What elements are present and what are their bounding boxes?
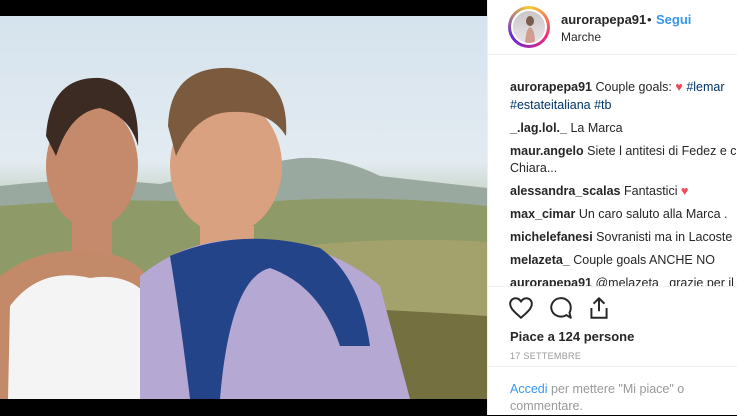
login-link[interactable]: Accedi <box>510 382 548 396</box>
comment: maur.angelo Siete l antitesi di Fedez e … <box>510 144 737 158</box>
comment: melazeta_ Couple goals ANCHE NO <box>510 253 715 267</box>
comment: max_cimar Un caro saluto alla Marca . <box>510 207 728 221</box>
hashtag[interactable]: #estateitaliana #tb <box>510 98 611 112</box>
comment-username[interactable]: melazeta_ <box>510 253 570 267</box>
comment-text: Couple goals ANCHE NO <box>573 253 715 267</box>
comment: aurorapepa91 @melazeta_ grazie per il <box>510 276 734 286</box>
follow-button[interactable]: Segui <box>656 12 691 27</box>
comment: _.lag.lol._ La Marca <box>510 121 623 135</box>
avatar[interactable] <box>508 6 550 48</box>
comment-username[interactable]: alessandra_scalas <box>510 184 621 198</box>
post-photo <box>0 16 487 399</box>
comment-username[interactable]: michelefanesi <box>510 230 593 244</box>
post-actions: Piace a 124 persone 17 SETTEMBRE <box>488 286 737 367</box>
post-date: 17 SETTEMBRE <box>510 351 582 361</box>
comment: michelefanesi Sovranisti ma in Lacoste <box>510 230 732 244</box>
comment-username[interactable]: aurorapepa91 <box>510 276 592 286</box>
comment-username[interactable]: aurorapepa91 <box>510 80 592 94</box>
caption: aurorapepa91 Couple goals: ♥ #lemar <box>510 80 725 94</box>
comment-text: Fantastici <box>624 184 678 198</box>
separator-dot: • <box>647 12 652 27</box>
comment-username[interactable]: maur.angelo <box>510 144 584 158</box>
comment: alessandra_scalas Fantastici ♥ <box>510 184 688 198</box>
comment-username[interactable]: _.lag.lol._ <box>510 121 567 135</box>
red-heart-icon: ♥ <box>680 184 689 198</box>
post-photo-illustration <box>0 67 487 399</box>
comment-continued: Chiara... <box>510 161 557 175</box>
comment-text: Chiara... <box>510 161 558 175</box>
heart-icon[interactable] <box>508 295 534 321</box>
likes-count[interactable]: Piace a 124 persone <box>510 329 634 344</box>
comment-text: Couple goals: <box>595 80 672 94</box>
post-header: aurorapepa91 • Segui Marche <box>488 0 737 55</box>
location-link[interactable]: Marche <box>561 30 601 44</box>
comments-list: aurorapepa91 Couple goals: ♥ #lemar #est… <box>488 54 737 286</box>
comment-text: Sovranisti ma in Lacoste <box>596 230 733 244</box>
caption-hashtags: #estateitaliana #tb <box>510 98 611 112</box>
login-prompt-text: Accedi per mettere "Mi piace" o commenta… <box>510 381 720 415</box>
login-prompt: Accedi per mettere "Mi piace" o commenta… <box>488 366 737 416</box>
post-sidebar: aurorapepa91 • Segui Marche aurorapepa91… <box>487 0 737 415</box>
avatar-image <box>513 11 545 43</box>
comment-text: La Marca <box>570 121 623 135</box>
comment-text: Un caro saluto alla Marca . <box>578 207 728 221</box>
comment-text: @melazeta_ grazie per il <box>595 276 734 286</box>
avatar-silhouette-icon <box>525 16 535 43</box>
username-link[interactable]: aurorapepa91 <box>561 12 646 27</box>
comment-icon[interactable] <box>548 295 574 321</box>
hashtag[interactable]: #lemar <box>686 80 724 94</box>
comment-text: Siete l antitesi di Fedez e c <box>587 144 737 158</box>
red-heart-icon: ♥ <box>675 80 683 94</box>
comment-username[interactable]: max_cimar <box>510 207 575 221</box>
avatar-frame <box>511 9 547 45</box>
share-icon[interactable] <box>586 295 612 321</box>
